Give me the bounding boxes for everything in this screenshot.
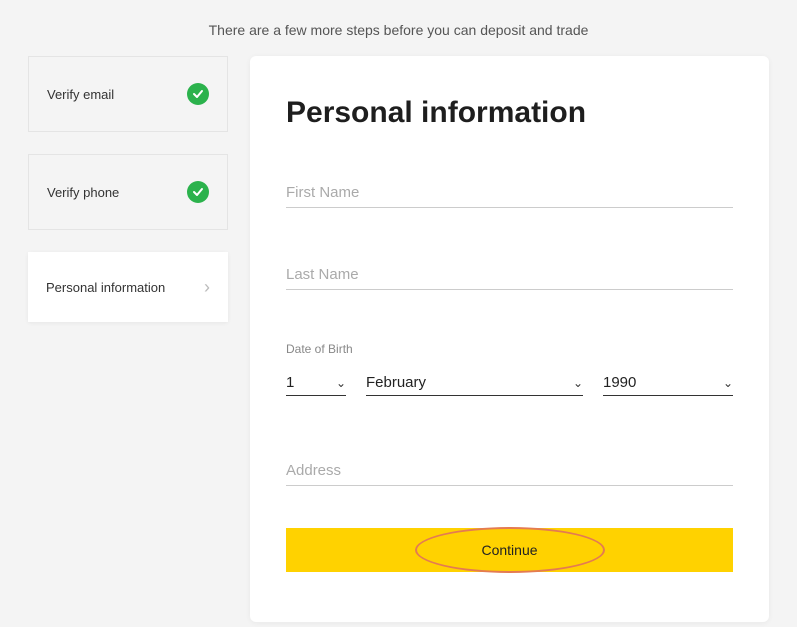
steps-sidebar: Verify email Verify phone Personal infor… bbox=[28, 56, 228, 622]
chevron-down-icon: ⌄ bbox=[336, 376, 346, 390]
dob-year-select[interactable]: 1990 ⌄ bbox=[603, 370, 733, 396]
dob-year-value: 1990 bbox=[603, 374, 636, 391]
step-verify-phone[interactable]: Verify phone bbox=[28, 154, 228, 230]
step-label: Personal information bbox=[46, 280, 204, 295]
dob-month-select[interactable]: February ⌄ bbox=[366, 370, 583, 396]
dob-day-value: 1 bbox=[286, 374, 294, 391]
page-subtitle: There are a few more steps before you ca… bbox=[0, 0, 797, 56]
personal-information-card: Personal information Date of Birth 1 ⌄ F… bbox=[250, 56, 769, 622]
card-title: Personal information bbox=[286, 96, 733, 130]
dob-day-select[interactable]: 1 ⌄ bbox=[286, 370, 346, 396]
chevron-down-icon: ⌄ bbox=[723, 376, 733, 390]
first-name-input[interactable] bbox=[286, 178, 733, 208]
address-input[interactable] bbox=[286, 456, 733, 486]
check-icon bbox=[187, 181, 209, 203]
chevron-down-icon: ⌄ bbox=[573, 376, 583, 390]
step-label: Verify phone bbox=[47, 185, 187, 200]
step-verify-email[interactable]: Verify email bbox=[28, 56, 228, 132]
step-personal-information[interactable]: Personal information › bbox=[28, 252, 228, 322]
continue-button[interactable]: Continue bbox=[286, 528, 733, 572]
dob-label: Date of Birth bbox=[286, 342, 733, 356]
check-icon bbox=[187, 83, 209, 105]
last-name-input[interactable] bbox=[286, 260, 733, 290]
step-label: Verify email bbox=[47, 87, 187, 102]
dob-month-value: February bbox=[366, 374, 426, 391]
chevron-right-icon: › bbox=[204, 278, 210, 296]
